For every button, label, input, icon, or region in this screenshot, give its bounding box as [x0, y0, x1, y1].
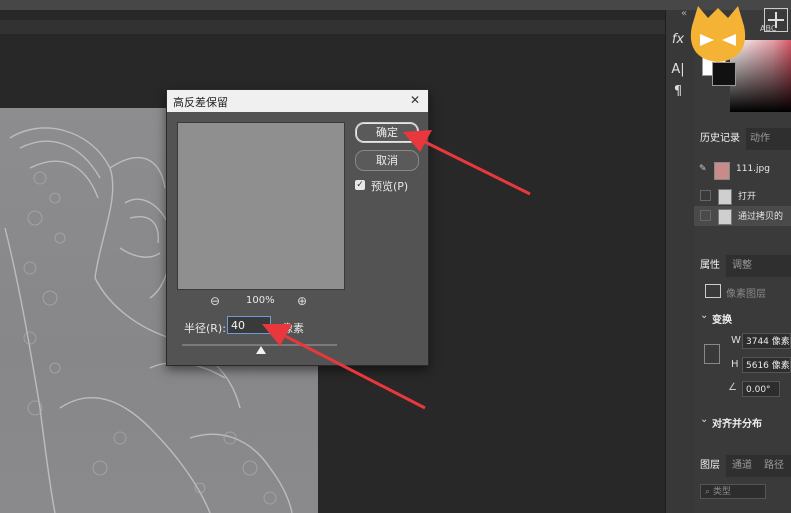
annotation-arrows — [262, 130, 531, 410]
arrow-to-ok-button-icon — [403, 130, 531, 196]
arrow-to-radius-input-icon — [262, 324, 426, 410]
